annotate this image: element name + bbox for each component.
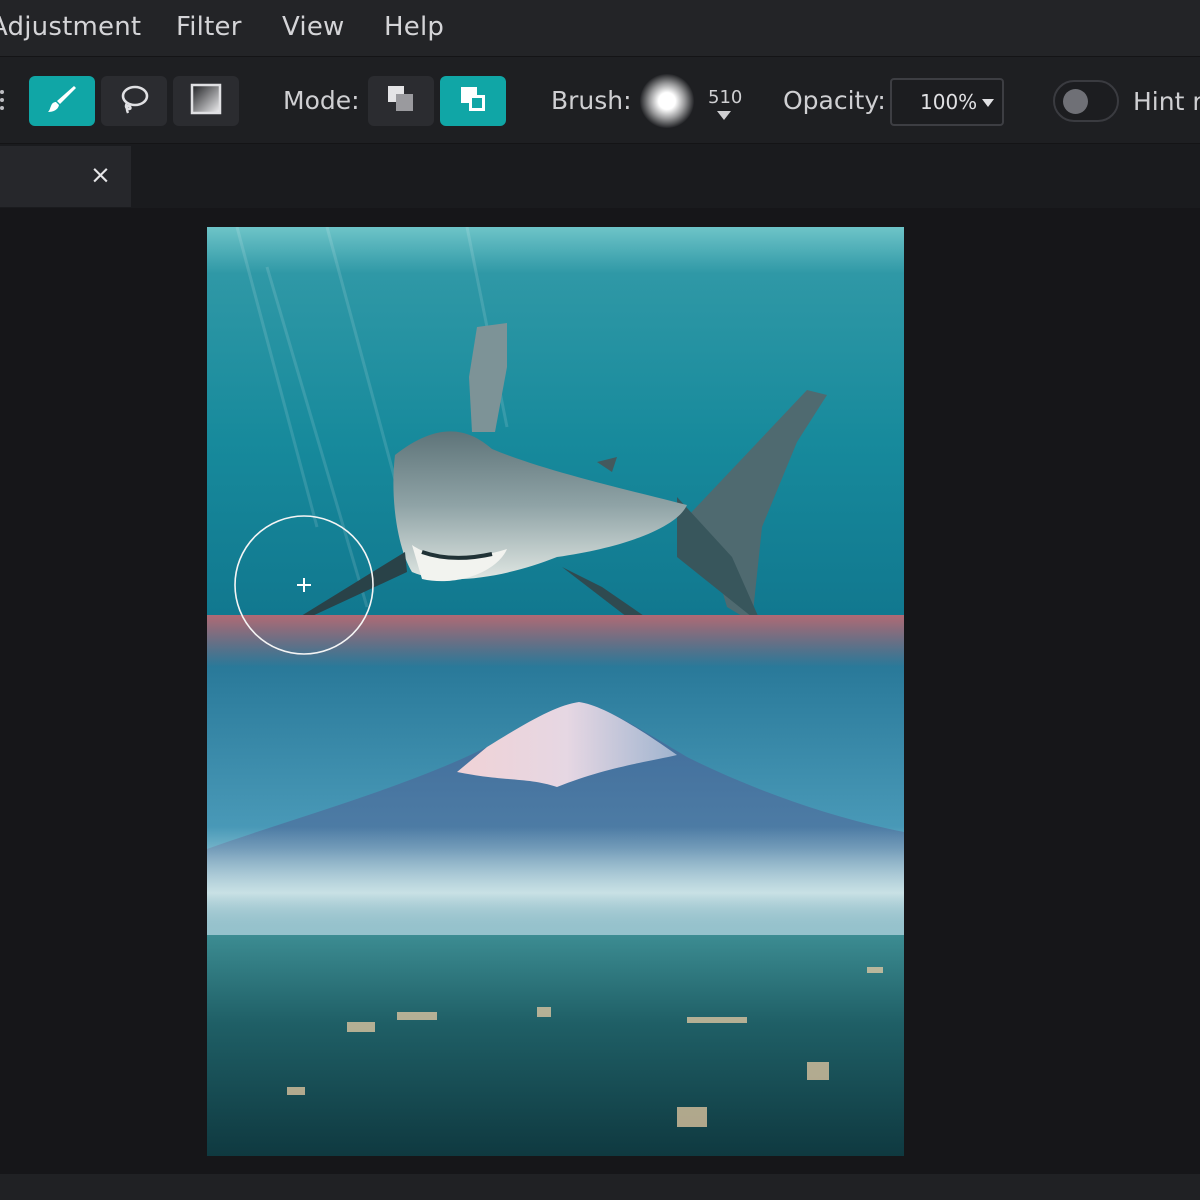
grip-icon [0, 87, 8, 113]
menu-filter[interactable]: Filter [176, 12, 242, 42]
image-canvas[interactable] [207, 227, 904, 1156]
canvas-artwork [207, 227, 904, 1156]
lasso-icon [117, 82, 151, 120]
document-tabbar: × [0, 144, 1200, 208]
brush-label: Brush: [551, 86, 632, 115]
menu-bar: Adjustment Filter View Help [0, 0, 1200, 56]
toggle-knob [1063, 89, 1088, 114]
brush-preview[interactable] [640, 74, 694, 128]
menu-view[interactable]: View [282, 12, 345, 42]
add-mode-button[interactable] [440, 76, 506, 126]
menu-adjustment[interactable]: Adjustment [0, 12, 141, 42]
lasso-tool-button[interactable] [101, 76, 167, 126]
mode-label: Mode: [283, 86, 360, 115]
chevron-down-icon [982, 99, 994, 107]
subtract-mode-button[interactable] [368, 76, 434, 126]
workspace [0, 208, 1200, 1174]
options-toolbar: Mode: Brush: 510 Opacity: 100% Hint r [0, 56, 1200, 144]
editor-app: Adjustment Filter View Help Mode: Brush:… [0, 0, 1200, 1200]
gradient-tool-button[interactable] [173, 76, 239, 126]
paintbrush-icon [45, 82, 79, 120]
brush-size-caret-icon[interactable] [717, 111, 731, 120]
hint-label: Hint r [1133, 87, 1200, 116]
close-icon[interactable]: × [90, 160, 111, 189]
opacity-label: Opacity: [783, 86, 886, 115]
brush-tool-button[interactable] [29, 76, 95, 126]
subtract-mode-icon [384, 82, 418, 120]
opacity-value: 100% [920, 90, 978, 114]
gradient-icon [190, 83, 222, 119]
status-bar [0, 1174, 1200, 1200]
brush-size-value[interactable]: 510 [708, 87, 742, 108]
opacity-dropdown[interactable]: 100% [890, 78, 1004, 126]
document-tab[interactable]: × [0, 146, 131, 207]
add-mode-icon [456, 82, 490, 120]
hint-toggle[interactable] [1053, 80, 1119, 122]
menu-help[interactable]: Help [384, 12, 444, 42]
